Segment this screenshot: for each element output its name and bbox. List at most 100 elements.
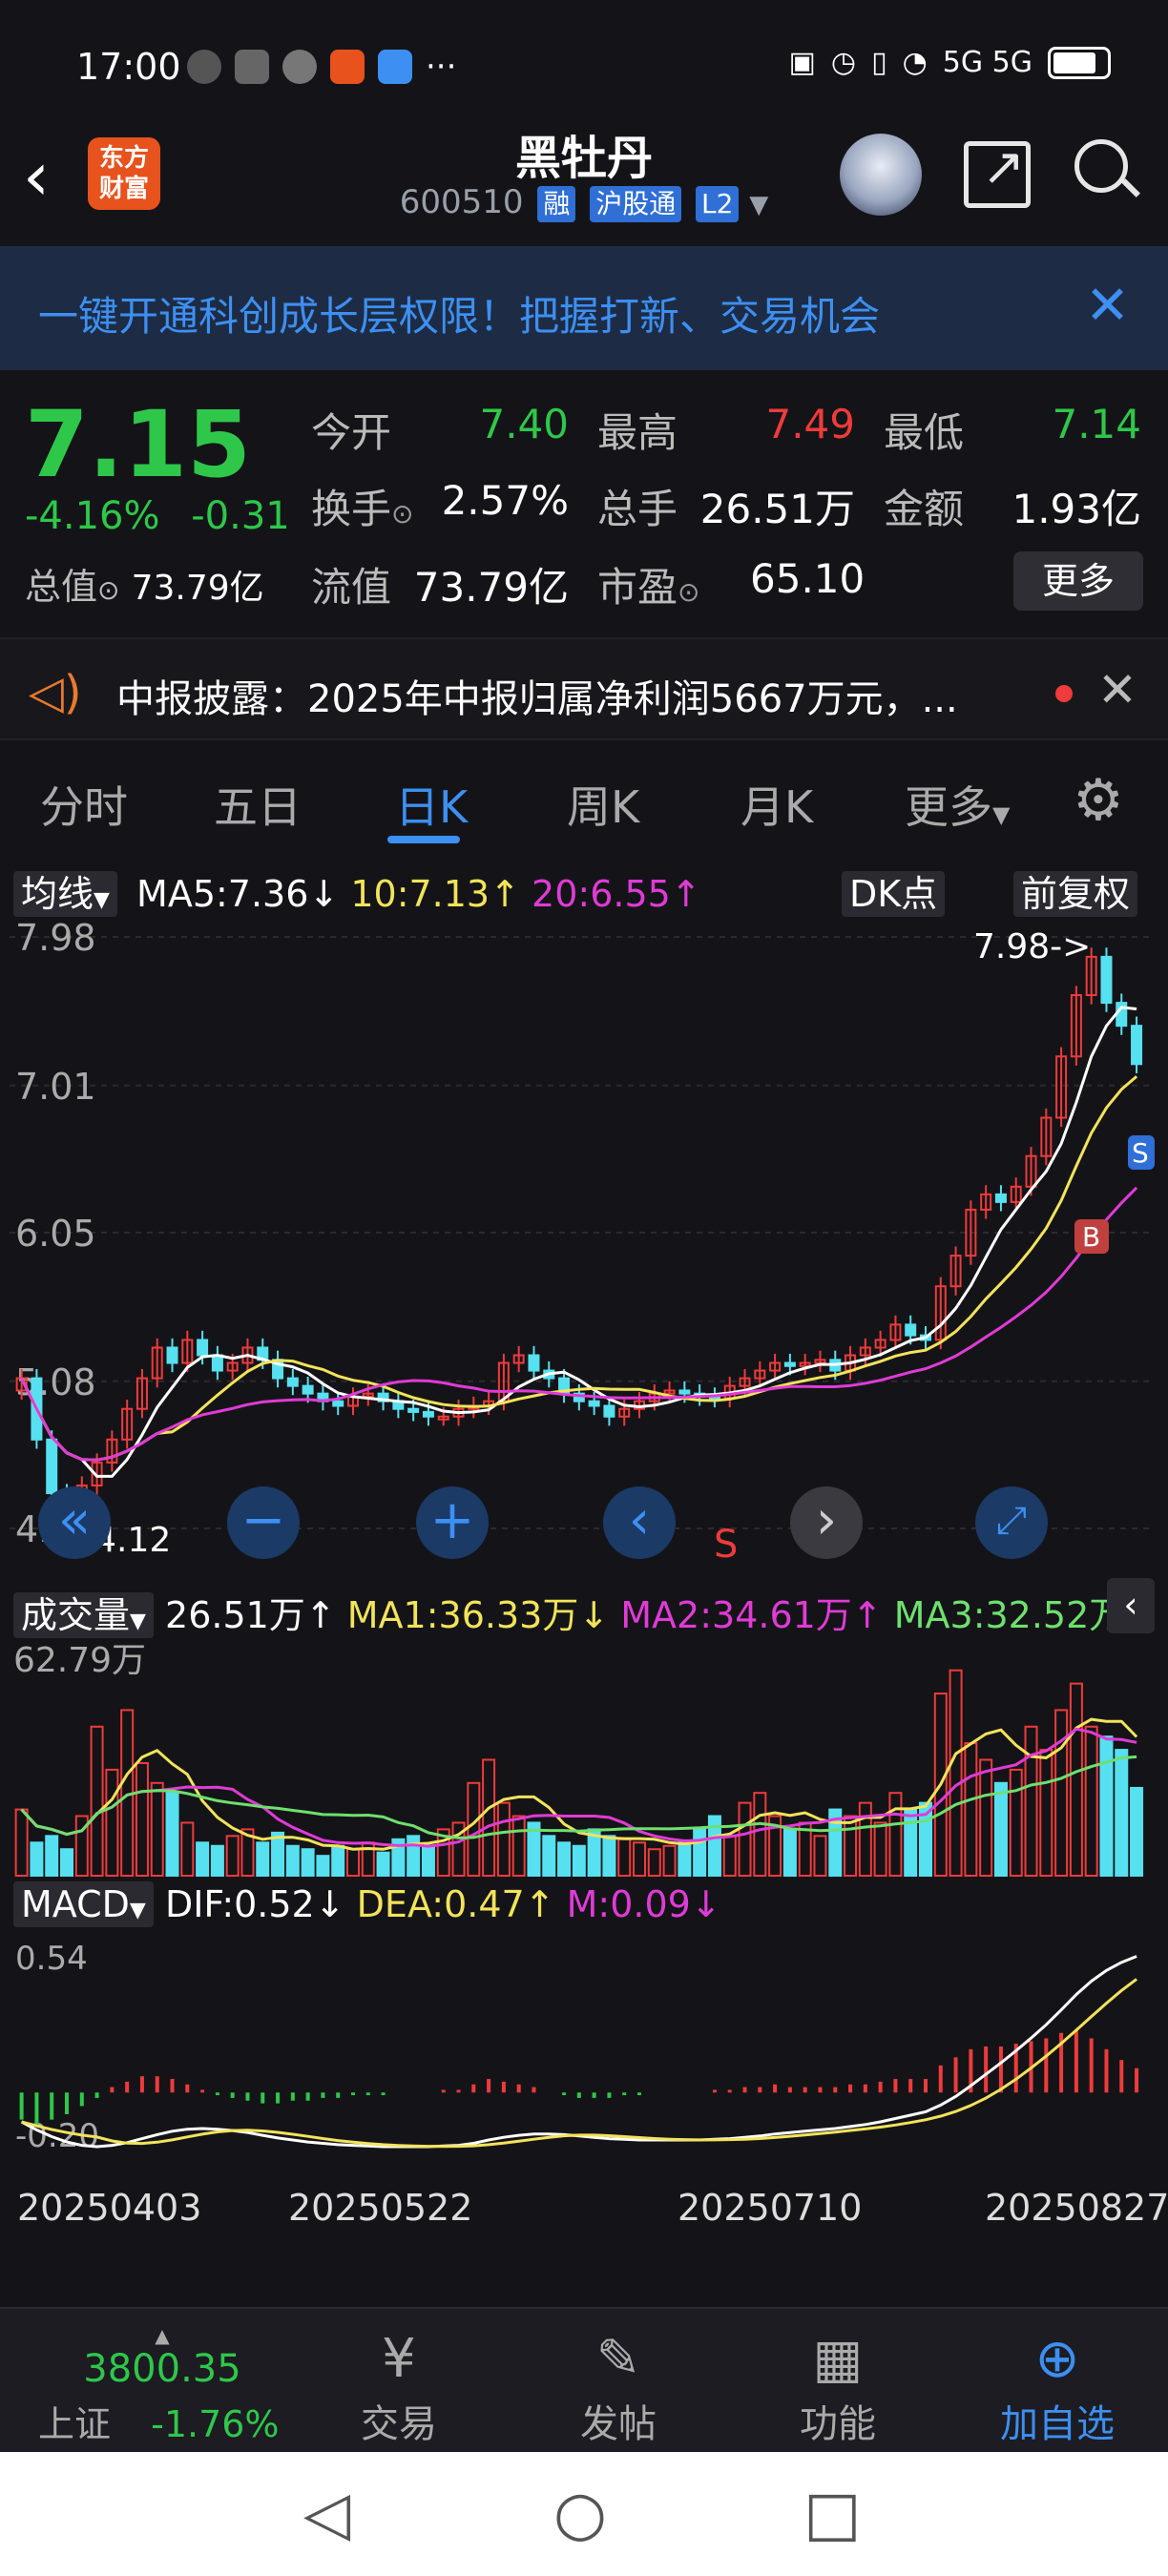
x-tick-label: 20250522 [288,2187,473,2229]
banner-text[interactable]: 一键开通科创成长层权限！把握打新、交易机会 [38,284,880,343]
add-watchlist-button[interactable]: ⊕ 加自选 [1000,2328,1115,2448]
macd-dif: DIF:0.52↓ [164,1883,345,1925]
tag-l2: L2 [696,186,740,222]
candle-body [528,1354,540,1372]
chat-icon [187,50,221,84]
sell-marker-label: S [1132,1137,1149,1169]
gear-icon[interactable]: ⚙ [1073,767,1124,834]
candle-body [678,1389,691,1395]
selector-label: 均线 [21,873,94,915]
tab-weekly-k[interactable]: 周K [567,773,639,836]
field-float-value: 流值 73.79亿 [311,555,569,613]
volume-chart[interactable]: 62.79万 [10,1639,1155,1878]
volume-bar [316,1855,330,1877]
total-value-label: 总值 [25,566,98,608]
vol-ma3-line [20,1755,1137,1839]
system-icons: ▣ ◷ ▯ ◔ 5G 5G [789,46,1111,79]
y-tick-label: 7.98 [15,918,96,959]
candle-body [422,1410,434,1418]
field-turnover: 换手⊙ 2.57% [311,477,569,535]
zoom-in-button[interactable]: + [416,1486,489,1559]
bottom-toolbar: ▲ 3800.35 上证 -1.76% ¥ 交易 ✎ 发帖 ▦ 功能 ⊕ 加自选 [0,2307,1168,2452]
volume-bar [858,1801,872,1877]
qq-icon [282,50,317,84]
volume-bar [782,1828,797,1878]
tab-five-day[interactable]: 五日 [214,773,302,836]
buy-marker-label: B [1082,1221,1100,1253]
close-icon[interactable]: ✕ [1085,275,1130,337]
search-icon[interactable] [1073,135,1140,208]
indicator-selector[interactable]: 均线▼ [13,871,117,917]
volume-bar [346,1848,360,1878]
kline-chart[interactable]: 7.987.016.055.084.127.98-><-4.12BSS [10,918,1155,1576]
tab-daily-k[interactable]: 日K [395,773,468,836]
tab-monthly-k[interactable]: 月K [740,773,813,836]
field-label: 市盈 [597,564,678,611]
macd-chart[interactable]: 0.54-0.20 [10,1937,1155,2166]
function-button[interactable]: ▦ 功能 [781,2328,895,2448]
trade-button[interactable]: ¥ 交易 [342,2328,456,2448]
nfc-icon: ▣ [788,46,816,79]
more-notifications-icon: ··· [426,48,457,86]
unread-dot [1055,685,1073,702]
candle-body [197,1339,209,1357]
volume-bar [407,1835,421,1877]
field-value: 1.93亿 [1012,486,1141,532]
nav-home-icon[interactable]: ○ [553,2479,607,2549]
macd-selector[interactable]: MACD▼ [13,1881,154,1927]
volume-bar [949,1669,963,1877]
volume-bar [542,1835,556,1877]
promo-banner[interactable]: 一键开通科创成长层权限！把握打新、交易机会 ✕ [0,246,1168,370]
pan-left-button[interactable]: ‹ [603,1486,676,1559]
nav-back-icon[interactable]: ◁ [303,2479,350,2549]
candle-body [1131,1025,1143,1066]
active-tab-indicator [387,836,460,843]
close-icon[interactable]: ✕ [1097,662,1137,717]
index-ticker[interactable]: ▲ 3800.35 上证 -1.76% [29,2324,296,2447]
edit-icon: ✎ [595,2328,641,2390]
pan-left-fast-button[interactable]: « [38,1486,111,1559]
volume-bar [45,1835,59,1877]
volume-bar [467,1781,481,1877]
tab-more[interactable]: 更多▼ [905,773,1010,836]
dk-button[interactable]: DK点 [842,864,946,917]
pan-right-button[interactable]: › [790,1486,863,1559]
volume-bar [1115,1749,1129,1877]
volume-selector[interactable]: 成交量▼ [13,1592,154,1638]
macd-legend: MACD▼ DIF:0.52↓ DEA:0.47↑ M:0.09↓ [13,1881,721,1927]
post-button[interactable]: ✎ 发帖 [561,2328,676,2448]
info-icon[interactable]: ⊙ [678,576,699,608]
field-value: 73.79亿 [413,564,569,611]
volume-bar [738,1801,752,1877]
selector-label: MACD [21,1883,130,1925]
vibrate-icon: ▯ [871,46,887,79]
nav-recents-icon[interactable]: □ [803,2479,861,2549]
fullscreen-button[interactable]: ⤢ [975,1486,1048,1559]
collapse-left-icon[interactable]: ‹ [1107,1578,1155,1633]
volume-bar [1039,1749,1053,1877]
zoom-out-button[interactable]: − [227,1486,300,1559]
change-amount: -0.31 [191,494,290,538]
info-icon[interactable]: ⊙ [391,498,413,530]
volume-bar [14,1808,29,1877]
info-icon[interactable]: ⊙ [97,574,119,606]
field-volume: 总手 26.51万 [597,477,855,535]
volume-bar [496,1801,511,1877]
report-notice[interactable]: ◁) 中报披露：2025年中报归属净利润5667万元，... ✕ [0,637,1168,740]
volume-bar [1099,1735,1114,1877]
chevron-down-icon: ▼ [130,1610,146,1633]
field-value: 65.10 [750,555,866,602]
assistant-robot-icon[interactable] [840,134,922,216]
adjust-button[interactable]: 前复权 [1013,864,1138,917]
ma5-value: MA5:7.36↓ [136,873,340,915]
tab-intraday[interactable]: 分时 [40,773,128,836]
macd-m: M:0.09↓ [566,1883,721,1925]
volume-bar [662,1844,677,1878]
share-icon[interactable] [964,136,1031,208]
x-tick-label: 20250710 [678,2187,863,2229]
volume-bar [1009,1768,1023,1877]
more-button[interactable]: 更多 [1013,551,1143,611]
y-tick-label: 7.01 [15,1066,96,1108]
candle-body [994,1193,1007,1203]
notice-text[interactable]: 中报披露：2025年中报归属净利润5667万元，... [116,668,958,723]
